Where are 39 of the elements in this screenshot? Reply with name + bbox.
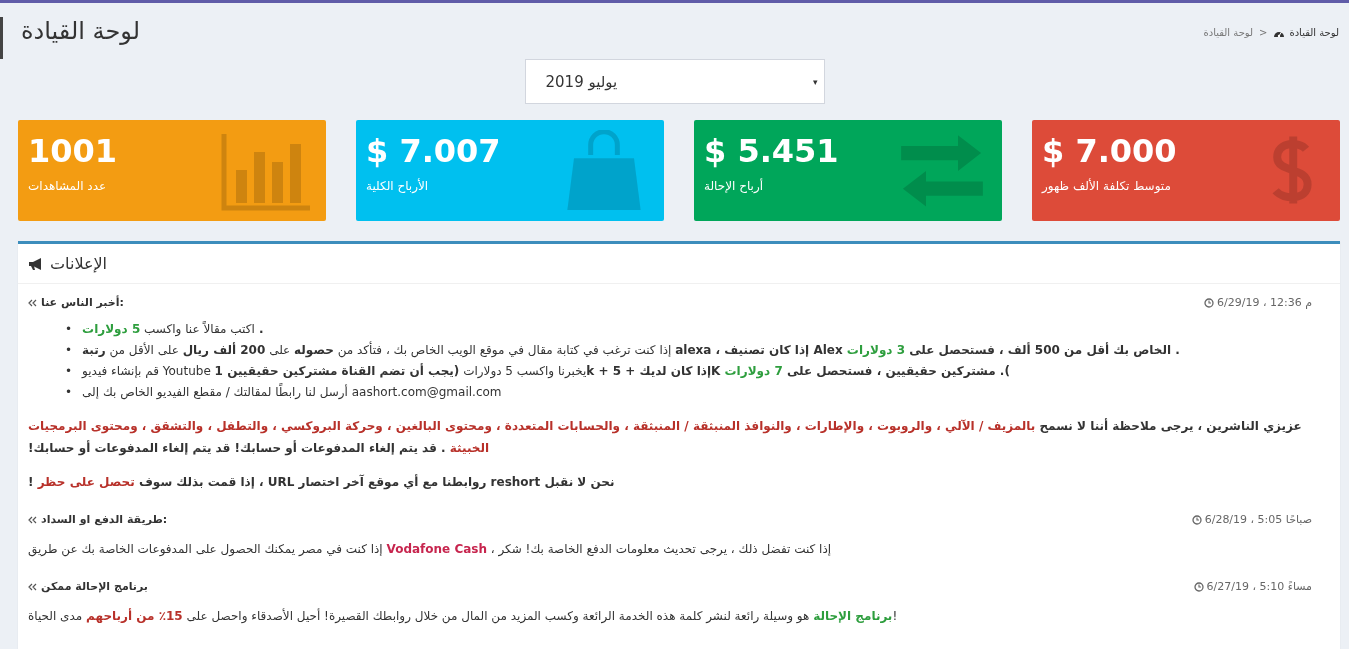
post-time: 6/28/19 ، 5:05 صباحًا xyxy=(1204,513,1312,526)
post-paragraph: نحن لا نقبل reshort روابطنا مع أي موقع آخر اختصار URL ، إذا قمت بذلك سوف تحصل على حظر ! xyxy=(28,473,616,492)
stat-label: متوسط تكلفة الألف ظهور xyxy=(1042,179,1171,194)
post-title: طريقة الدفع او السداد: xyxy=(41,513,168,526)
list-item-text: . الخاص بك أقل من 500 ألف ، فستحصل على 3 دولارات Alex إذا كان تصنيف ، alexa إذا كنت ترغب في كتابة مقال في موقع الويب الخاص بك ، فتأكد من حصوله على 200 ألف ريال على الأقل من رتبة xyxy=(82,340,1180,360)
clock-icon xyxy=(1191,514,1202,525)
post-paragraph: ! برنامج الإحالة هو وسيلة رائعة لنشر كلمة هذه الخدمة الرائعة وكسب المزيد من المال من خلال روابطك القصيرة! أحيل الأصدقاء واحصل على 15٪ من أرباحهم مدى الحياة xyxy=(28,607,899,626)
list-item-text: aashort.com@gmail.com أرسل لنا رابطًا لمقالتك / مقطع الفيديو الخاص بك إلى xyxy=(82,382,502,402)
stat-value: 1001 xyxy=(28,134,118,170)
stat-value: $ 7.007 xyxy=(366,134,501,170)
post-time: 6/27/19 ، 5:10 مساءً xyxy=(1206,580,1312,593)
bullet: • xyxy=(65,342,73,359)
breadcrumb-separator: > xyxy=(1259,27,1268,38)
stat-label: الأرباح الكلية xyxy=(366,179,429,194)
bullet: • xyxy=(65,321,73,338)
clock-icon xyxy=(1204,297,1215,308)
double-chevron-icon xyxy=(28,298,37,307)
megaphone-icon xyxy=(28,256,44,271)
breadcrumb-link[interactable]: لوحة القيادة xyxy=(1273,27,1339,38)
page-title: لوحة القيادة xyxy=(21,17,140,45)
bullet: • xyxy=(65,384,73,401)
list-item-text: ). مشتركين حقيقيين ، فستحصل على 7 دولارات Kإذا كان لديك + 5 + kيخبرنا واكسب 5 دولارات (يجب أن تضم القناة مشتركين حقيقيين 1 Youtube قم بإنشاء فيديو xyxy=(82,362,1010,381)
stat-value: $ 5.451 xyxy=(704,134,839,170)
post-title: برنامج الإحالة ممكن xyxy=(41,580,148,593)
panel-title: الإعلانات xyxy=(50,254,108,273)
clock-icon xyxy=(1193,581,1204,592)
double-chevron-icon xyxy=(28,582,37,591)
post-title: أخبر الناس عنا: xyxy=(41,296,124,309)
breadcrumb-link[interactable]: لوحة القيادة xyxy=(1203,27,1254,38)
stat-label: أرباح الإحالة xyxy=(704,179,764,194)
double-chevron-icon xyxy=(28,515,37,524)
stat-value: $ 7.000 xyxy=(1042,134,1177,170)
post-time: 6/29/19 ، 12:36 م xyxy=(1217,296,1312,309)
post-paragraph: عزيزي الناشرين ، يرجى ملاحظة أننا لا نسمح بالمزيف / الآلي ، والروبوت ، والإطارات ، والنوافذ المنبثقة / المنبثقة ، والحسابات المتعددة ، ومحتوى البالغين ، وحركة البروكسي ، والتطفل ، والتشقق ، ومحتوى البرمجيات الخبيثة . قد يتم إلغاء المدفوعات أو حسابك! قد يتم إلغاء المدفوعات أو حسابك! xyxy=(28,417,1303,458)
caret-icon: ▾ xyxy=(812,76,818,87)
month-dropdown[interactable]: يوليو 2019 ▾ xyxy=(524,59,825,104)
bullet: • xyxy=(65,363,73,380)
stat-label: عدد المشاهدات xyxy=(28,179,107,194)
list-item-text: . اكتب مقالاً عنا واكسب 5 دولارات xyxy=(82,320,264,339)
